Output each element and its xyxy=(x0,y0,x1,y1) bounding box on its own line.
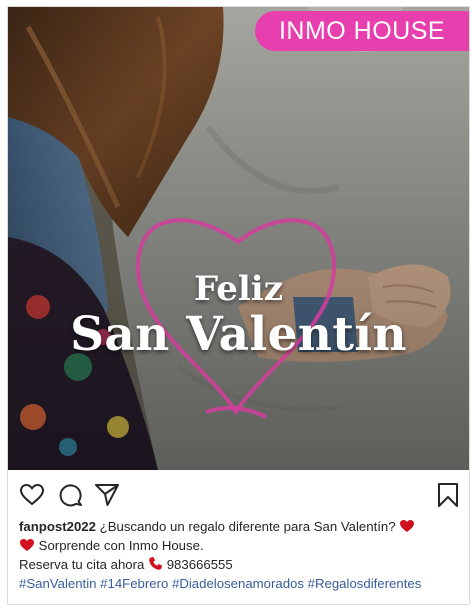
phone-number: 983666555 xyxy=(166,557,233,572)
title-line1: Feliz xyxy=(193,269,284,309)
bookmark-icon[interactable] xyxy=(435,482,461,508)
paper-plane-icon[interactable] xyxy=(94,482,120,508)
red-heart-icon xyxy=(20,539,34,551)
caption-text-3: Reserva tu cita ahora xyxy=(19,557,145,572)
caption-text-2: Sorprende con Inmo House. xyxy=(38,538,204,553)
caption-line-3: Reserva tu cita ahora 983666555 xyxy=(19,555,464,574)
hashtag-link[interactable]: #Regalosdiferentes xyxy=(308,576,422,591)
title-line2: San Valentín xyxy=(70,307,407,362)
hashtag-link[interactable]: #SanValentin xyxy=(19,576,96,591)
hashtags-line: #SanValentin #14Febrero #Diadelosenamora… xyxy=(19,574,464,593)
instagram-post-card: INMO HOUSE Feliz San Valentín fanpost202… xyxy=(7,6,470,605)
post-photo[interactable]: INMO HOUSE Feliz San Valentín xyxy=(8,7,469,470)
hashtag-link[interactable]: #14Febrero xyxy=(100,576,168,591)
caption-text-1: ¿Buscando un regalo diferente para San V… xyxy=(99,519,396,534)
caption-line-1: fanpost2022 ¿Buscando un regalo diferent… xyxy=(19,517,464,536)
post-actions-bar xyxy=(8,470,469,516)
telephone-icon xyxy=(149,557,163,570)
brand-banner: INMO HOUSE xyxy=(255,11,469,51)
caption-line-2: Sorprende con Inmo House. xyxy=(19,536,464,555)
post-caption: fanpost2022 ¿Buscando un regalo diferent… xyxy=(19,517,464,593)
username-link[interactable]: fanpost2022 xyxy=(19,519,96,534)
comment-bubble-icon[interactable] xyxy=(57,482,83,508)
greeting-title: Feliz San Valentín xyxy=(8,269,469,361)
hashtag-link[interactable]: #Diadelosenamorados xyxy=(172,576,304,591)
red-heart-icon xyxy=(400,520,415,532)
heart-outline-icon[interactable] xyxy=(19,482,45,508)
heart-outline-decoration xyxy=(135,218,337,419)
